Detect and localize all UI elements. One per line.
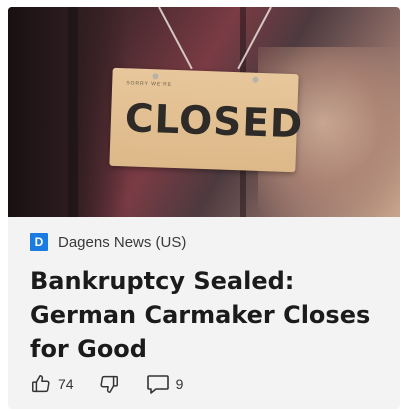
actions-bar: 74 9 [30, 373, 183, 395]
sign-small-text: SORRY WE'RE [126, 80, 173, 88]
comment-count: 9 [175, 376, 184, 392]
comment-button[interactable]: 9 [146, 373, 184, 395]
thumbs-down-icon [98, 373, 120, 395]
source-row[interactable]: D Dagens News (US) [30, 233, 186, 251]
comment-icon [146, 373, 170, 395]
like-count: 74 [58, 376, 74, 392]
source-name: Dagens News (US) [58, 233, 187, 251]
thumbs-up-icon [30, 373, 52, 395]
like-button[interactable]: 74 [30, 373, 74, 395]
source-logo: D [30, 233, 48, 251]
sign-text: CLOSED [124, 96, 305, 148]
headline[interactable]: Bankruptcy Sealed: German Carmaker Close… [30, 264, 390, 366]
hero-image: SORRY WE'RE CLOSED [8, 7, 400, 217]
closed-sign: SORRY WE'RE CLOSED [109, 67, 304, 173]
news-card[interactable]: SORRY WE'RE CLOSED D Dagens News (US) Ba… [8, 7, 400, 409]
dislike-button[interactable] [98, 373, 120, 395]
